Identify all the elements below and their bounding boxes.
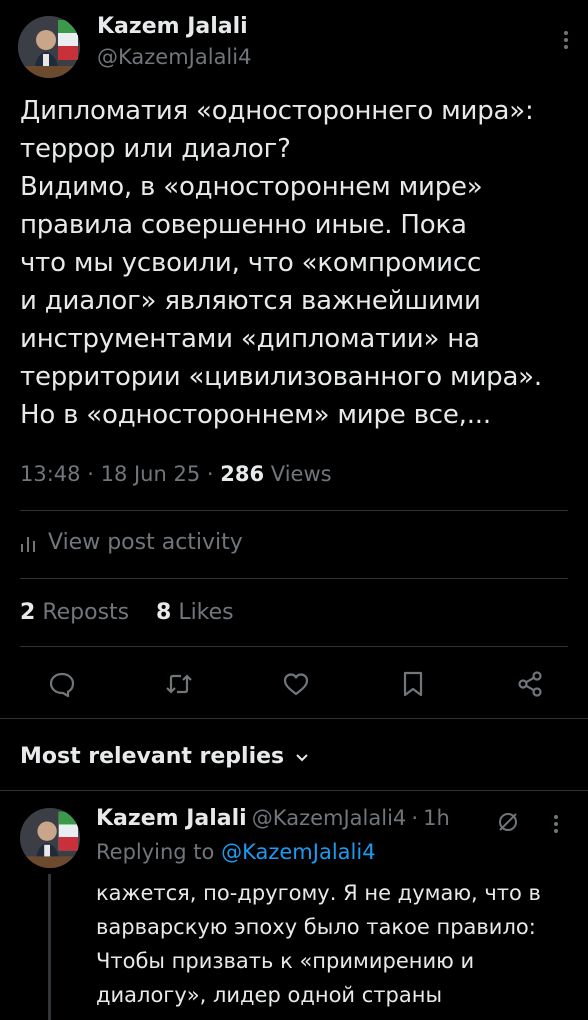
avatar-image — [20, 808, 80, 868]
reply-author-handle[interactable]: @KazemJalali4 — [252, 806, 406, 830]
divider — [20, 510, 568, 511]
author-name[interactable]: Kazem Jalali — [97, 14, 248, 39]
reposts-count: 2 — [20, 600, 36, 625]
share-icon[interactable] — [510, 664, 550, 704]
reply-icon[interactable] — [42, 664, 82, 704]
view-activity-label: View post activity — [48, 530, 243, 555]
chevron-down-icon — [294, 749, 310, 765]
more-options-icon[interactable] — [560, 28, 572, 52]
reply-author-avatar[interactable] — [20, 808, 80, 868]
meta-separator: · — [206, 462, 214, 486]
author-avatar[interactable] — [18, 16, 80, 78]
like-icon[interactable] — [276, 664, 316, 704]
post-date[interactable]: 18 Jun 25 — [101, 462, 201, 486]
meta-separator: · — [87, 462, 94, 486]
replying-to-label: Replying to — [96, 840, 215, 864]
reposts-label: Reposts — [42, 600, 130, 625]
divider — [20, 646, 568, 647]
thread-line — [48, 874, 51, 1020]
avatar-image — [18, 16, 80, 78]
post-time[interactable]: 13:48 — [20, 462, 81, 486]
likes-stat[interactable]: 8 Likes — [156, 600, 234, 625]
reply-header: Kazem Jalali @KazemJalali4 · 1h — [96, 806, 450, 831]
views-label: Views — [270, 462, 332, 486]
post-text: Дипломатия «одностороннего мира»: террор… — [20, 96, 542, 430]
replies-sort-button[interactable]: Most relevant replies — [20, 744, 310, 769]
replying-to: Replying to @KazemJalali4 — [96, 840, 376, 864]
bookmark-icon[interactable] — [393, 664, 433, 704]
reposts-stat[interactable]: 2 Reposts — [20, 600, 129, 625]
reply-author-name[interactable]: Kazem Jalali — [96, 806, 247, 831]
divider — [20, 578, 568, 579]
repost-icon[interactable] — [159, 664, 199, 704]
likes-label: Likes — [178, 600, 234, 625]
replying-to-handle[interactable]: @KazemJalali4 — [221, 840, 375, 864]
author-handle[interactable]: @KazemJalali4 — [97, 45, 251, 69]
reply-text: кажется, по-другому. Я не думаю, что в в… — [96, 881, 541, 1007]
view-activity-button[interactable]: View post activity — [20, 530, 243, 555]
divider — [0, 790, 588, 791]
likes-count: 8 — [156, 600, 172, 625]
reply-more-options-icon[interactable] — [550, 812, 562, 836]
reply-separator: · — [411, 806, 419, 830]
analytics-icon — [20, 533, 38, 553]
replies-section-title: Most relevant replies — [20, 744, 285, 769]
reply-time[interactable]: 1h — [423, 806, 450, 830]
post-meta: 13:48 · 18 Jun 25 · 286 Views — [20, 462, 332, 486]
views-count: 286 — [220, 462, 265, 486]
grok-icon[interactable] — [496, 810, 520, 834]
divider — [0, 718, 588, 719]
